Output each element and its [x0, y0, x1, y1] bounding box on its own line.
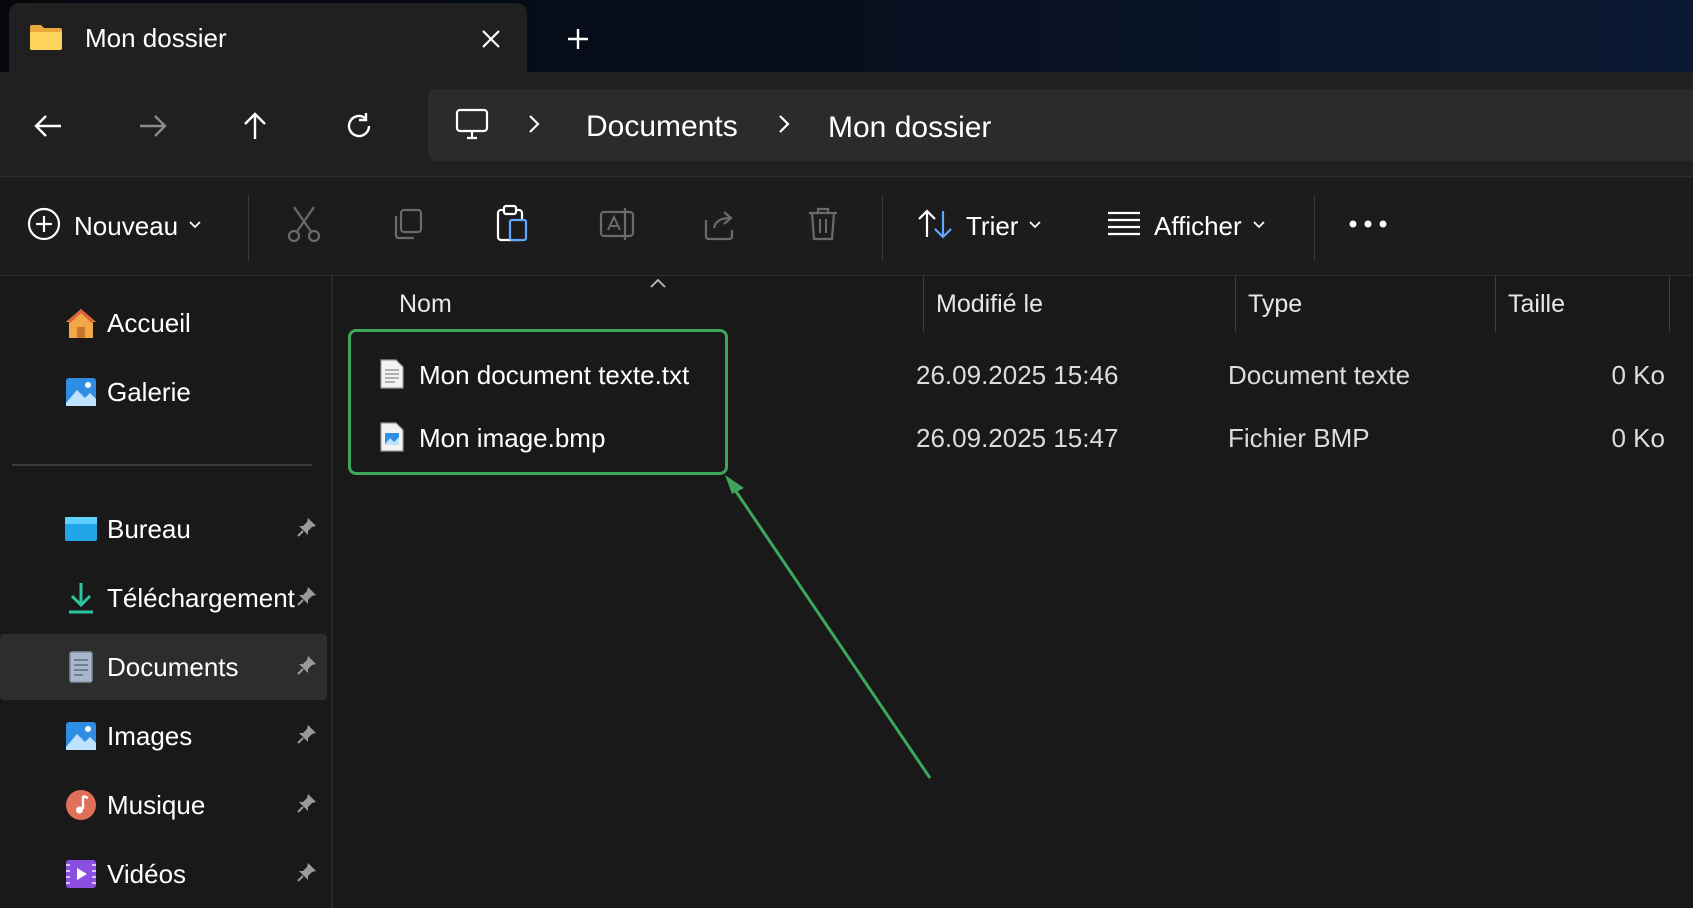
- column-divider[interactable]: [1669, 276, 1670, 332]
- file-type: Fichier BMP: [1228, 423, 1370, 453]
- breadcrumb-current-folder[interactable]: Mon dossier: [828, 111, 991, 145]
- sidebar-item-label: Galerie: [107, 377, 191, 407]
- sidebar-item-documents[interactable]: Documents: [0, 634, 327, 700]
- breadcrumb[interactable]: Documents Mon dossier: [428, 89, 1693, 161]
- copy-button[interactable]: [390, 201, 426, 251]
- documents-icon: [64, 650, 98, 684]
- sidebar-item-label: Vidéos: [107, 859, 187, 889]
- pin-icon[interactable]: [296, 792, 318, 819]
- column-divider[interactable]: [1495, 276, 1496, 332]
- highlight-box: [348, 329, 728, 475]
- close-tab-icon[interactable]: [469, 17, 513, 61]
- trash-icon: [806, 205, 840, 248]
- rename-button[interactable]: [598, 201, 636, 251]
- back-arrow-icon[interactable]: [22, 100, 74, 152]
- sidebar-item-videos[interactable]: Vidéos: [0, 841, 327, 907]
- desktop-icon: [64, 512, 98, 546]
- forward-arrow-icon[interactable]: [127, 100, 179, 152]
- share-button[interactable]: [702, 201, 738, 251]
- computer-icon[interactable]: [454, 107, 490, 146]
- column-header-type[interactable]: Type: [1248, 290, 1302, 319]
- sort-button-label: Trier: [966, 210, 1019, 241]
- command-bar: Nouveau Trier Afficher: [0, 177, 1693, 276]
- column-divider[interactable]: [1235, 276, 1236, 332]
- more-options-button[interactable]: [1348, 201, 1388, 251]
- column-header-modified[interactable]: Modifié le: [936, 290, 1043, 319]
- paste-button[interactable]: [494, 201, 530, 251]
- toolbar-divider: [248, 195, 249, 261]
- sidebar-item-gallery[interactable]: Galerie: [0, 359, 327, 425]
- tab-title: Mon dossier: [85, 23, 227, 53]
- chevron-down-icon: [1252, 217, 1266, 235]
- pin-icon[interactable]: [296, 723, 318, 750]
- column-divider[interactable]: [923, 276, 924, 332]
- address-bar: Documents Mon dossier: [0, 72, 1693, 177]
- refresh-icon[interactable]: [333, 100, 385, 152]
- sidebar-item-desktop[interactable]: Bureau: [0, 496, 327, 562]
- rename-icon: [598, 206, 636, 247]
- pictures-icon: [64, 719, 98, 753]
- toolbar-divider: [1314, 195, 1315, 261]
- sidebar-item-home[interactable]: Accueil: [0, 290, 327, 356]
- chevron-down-icon: [188, 217, 202, 235]
- file-modified: 26.09.2025 15:46: [916, 360, 1119, 390]
- pin-icon[interactable]: [296, 516, 318, 543]
- tab-active[interactable]: Mon dossier: [9, 3, 527, 72]
- music-icon: [64, 788, 98, 822]
- view-button-label: Afficher: [1154, 210, 1242, 241]
- file-size: 0 Ko: [1611, 423, 1666, 453]
- more-dots-icon: [1348, 217, 1388, 235]
- title-bar: Mon dossier: [0, 0, 1693, 72]
- column-header-name[interactable]: Nom: [399, 290, 452, 319]
- clipboard-icon: [494, 204, 530, 249]
- file-modified: 26.09.2025 15:47: [916, 423, 1119, 453]
- sidebar-item-downloads[interactable]: Téléchargement: [0, 565, 327, 631]
- sidebar-item-label: Images: [107, 721, 193, 751]
- new-button-label: Nouveau: [74, 210, 179, 241]
- file-type: Document texte: [1228, 360, 1411, 390]
- download-icon: [64, 581, 98, 615]
- gallery-icon: [64, 375, 98, 409]
- pin-icon[interactable]: [296, 654, 318, 681]
- sort-button[interactable]: Trier: [916, 201, 1042, 251]
- videos-icon: [64, 857, 98, 891]
- navigation-pane: Accueil Galerie Bureau Téléchargement Do…: [0, 276, 330, 908]
- new-tab-icon[interactable]: [555, 16, 601, 62]
- copy-icon: [390, 206, 426, 247]
- sidebar-item-label: Documents: [107, 652, 239, 682]
- folder-icon: [29, 23, 63, 56]
- sort-ascending-icon: [647, 276, 669, 295]
- chevron-down-icon: [1028, 217, 1042, 235]
- toolbar-divider: [882, 195, 883, 261]
- sort-arrows-icon: [916, 207, 954, 246]
- up-arrow-icon[interactable]: [229, 100, 281, 152]
- add-circle-icon: [26, 206, 62, 247]
- sidebar-item-pictures[interactable]: Images: [0, 703, 327, 769]
- pin-icon[interactable]: [296, 861, 318, 888]
- cut-button[interactable]: [286, 201, 322, 251]
- chevron-right-icon[interactable]: [526, 113, 542, 140]
- column-header-size[interactable]: Taille: [1508, 290, 1565, 319]
- breadcrumb-documents[interactable]: Documents: [586, 110, 738, 144]
- share-icon: [702, 206, 738, 247]
- sidebar-item-label: Téléchargement: [107, 583, 295, 613]
- list-view-icon: [1106, 210, 1142, 243]
- home-icon: [64, 306, 98, 340]
- new-button[interactable]: Nouveau: [26, 201, 202, 251]
- view-button[interactable]: Afficher: [1106, 201, 1266, 251]
- sidebar-item-label: Bureau: [107, 514, 191, 544]
- sidebar-item-label: Musique: [107, 790, 206, 820]
- chevron-right-icon[interactable]: [776, 113, 792, 140]
- sidebar-item-music[interactable]: Musique: [0, 772, 327, 838]
- sidebar-item-label: Accueil: [107, 308, 191, 338]
- sidebar-divider: [12, 464, 312, 466]
- file-size: 0 Ko: [1611, 360, 1666, 390]
- scissors-icon: [286, 205, 322, 248]
- pin-icon[interactable]: [296, 585, 318, 612]
- delete-button[interactable]: [806, 201, 840, 251]
